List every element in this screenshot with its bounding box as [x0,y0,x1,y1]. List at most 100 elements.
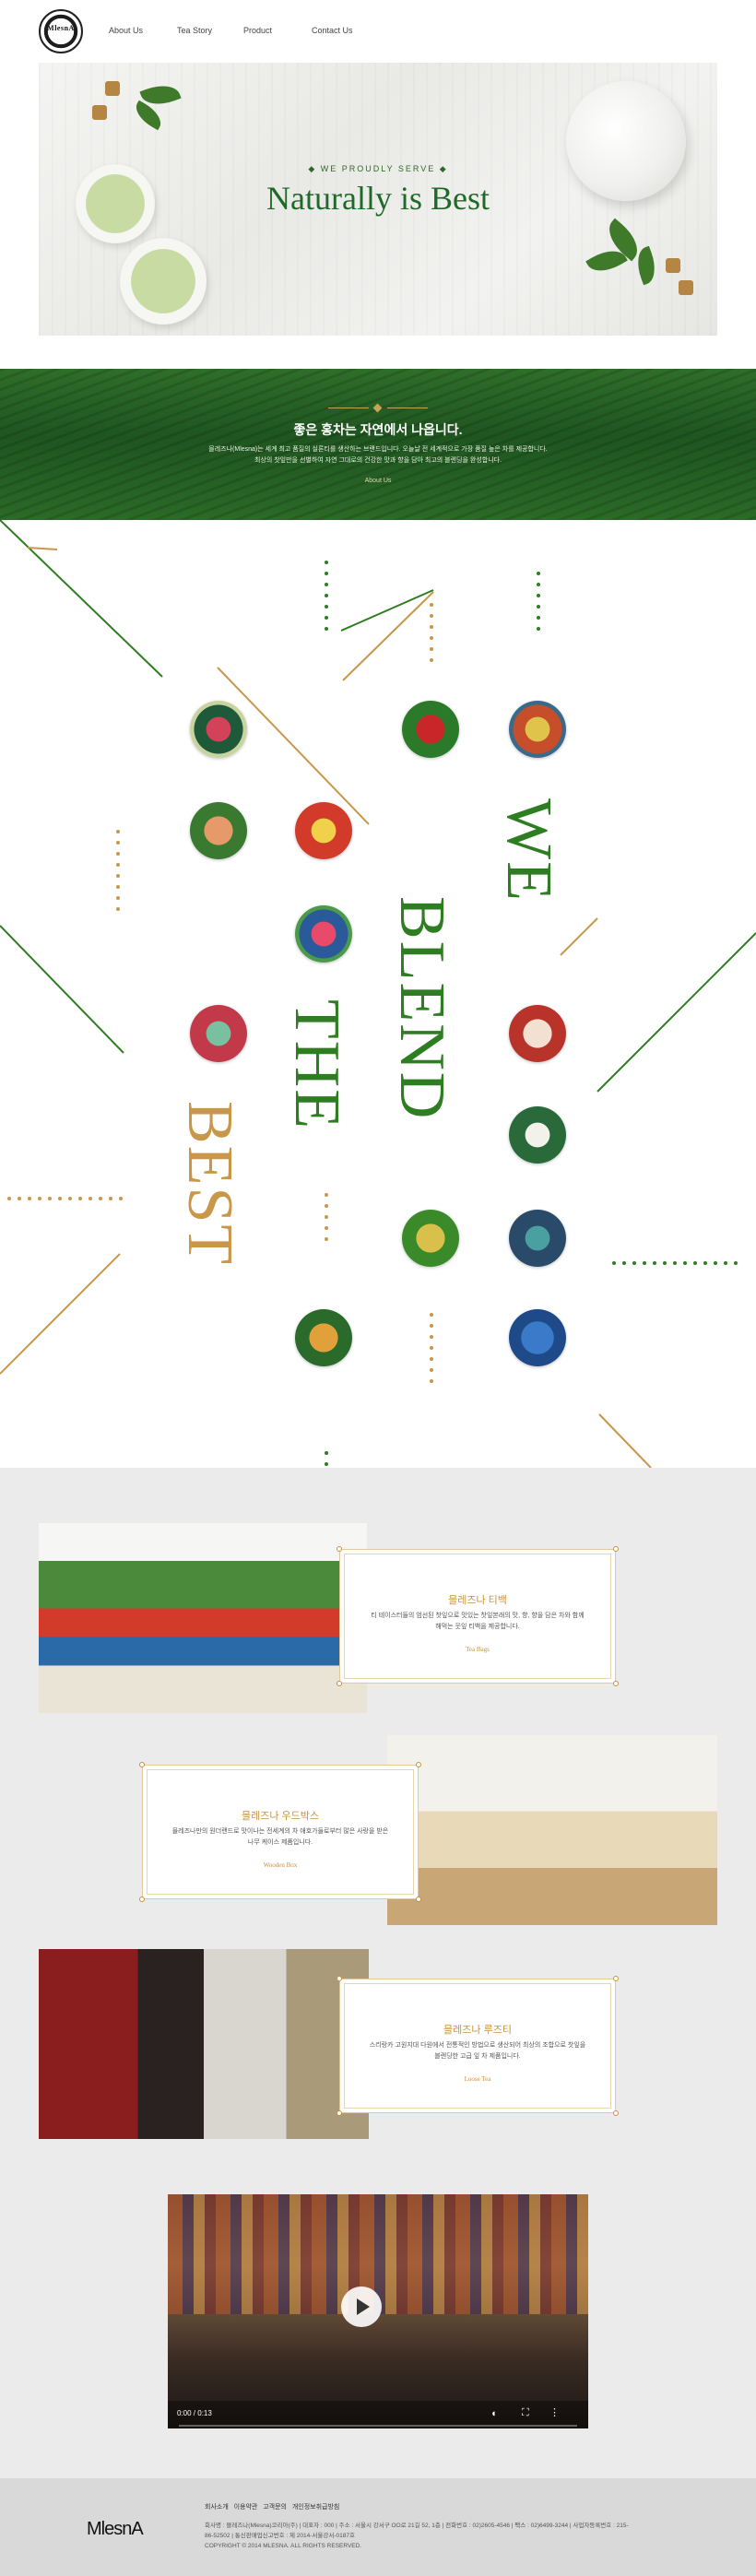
dot [78,1197,82,1200]
dot [325,583,328,586]
dot [28,1197,31,1200]
dot [325,1215,328,1219]
card-corner [337,1546,342,1552]
nav-about-us[interactable]: About Us [109,26,143,35]
dot [673,1261,677,1265]
dot [325,605,328,609]
footer-links: 회사소개 이용약관 고객문의 개인정보취급방침 [205,2502,339,2511]
dot [325,594,328,597]
dot [430,658,433,662]
dot [537,605,540,609]
tea-cup [120,238,207,325]
tea-circle[interactable] [402,701,459,758]
card-corner [139,1897,145,1902]
banner-desc-line: 최상의 찻잎만을 선별하여 자연 그대로의 건강한 맛과 향을 담아 최고의 블… [254,457,502,464]
card-title: 믈레즈나 티백 [448,1595,507,1606]
hero-title: Naturally is Best [266,180,490,217]
dot [325,616,328,620]
banner-description: 믈레즈나(Mlesna)는 세계 최고 품질의 실론티를 생산하는 브랜드입니다… [0,444,756,467]
dot [116,852,120,856]
tea-circle[interactable] [509,1210,566,1267]
dot [714,1261,717,1265]
footer-logo[interactable]: MlesnA [87,2519,144,2540]
tea-circle[interactable] [295,905,352,963]
tea-circle[interactable] [509,1106,566,1164]
word-the: THE [281,999,352,1131]
dot [68,1197,72,1200]
dot [325,561,328,564]
tea-circle[interactable] [295,1309,352,1366]
progress-bar[interactable] [179,2425,577,2427]
footer-info-line: 86-52502 | 통신판매업신고번호 : 제 2014-서울강서-0187호 [205,2533,355,2539]
play-button[interactable] [341,2286,382,2327]
loose-tea-photo [39,1949,369,2139]
word-blend: BLEND [386,896,457,1121]
decorative-lines [0,520,756,1468]
card-corner [613,1681,619,1686]
more-options-icon[interactable]: ⋮ [549,2406,560,2418]
card-corner [613,1546,619,1552]
word-we: WE [493,798,564,903]
dot [116,885,120,889]
dot [116,874,120,878]
card-description: 믈레즈나만의 원더랜드로 맛이나는 전세계의 차 애호가들로부터 많은 사랑을 … [171,1828,389,1846]
footer-link-contact[interactable]: 고객문의 [263,2504,287,2511]
nav-contact-us[interactable]: Contact Us [312,26,353,35]
dot [430,1379,433,1383]
dot [58,1197,62,1200]
dot [430,625,433,629]
about-us-link[interactable]: About Us [0,478,756,484]
tea-circle[interactable] [509,1309,566,1366]
dot [430,614,433,618]
tea-circle[interactable] [295,802,352,859]
dot [430,1324,433,1328]
dot [622,1261,626,1265]
volume-icon[interactable]: ◖ [490,2408,497,2419]
dot [430,647,433,651]
nav-product[interactable]: Product [243,26,272,35]
product-card-tea-bags[interactable]: 믈레즈나 티백 티 테이스터들의 엄선된 찻잎으로 맛있는 찻잎본래의 맛, 향… [337,1546,619,1686]
tea-circle[interactable] [509,701,566,758]
video-player[interactable]: 0:00 / 0:13 ◖ ⛶ ⋮ [168,2194,588,2428]
dot [325,1193,328,1197]
card-title: 믈레즈나 우드박스 [241,1811,319,1822]
site-footer: MlesnA 회사소개 이용약관 고객문의 개인정보취급방침 회사명 : 믈레즈… [0,2478,756,2576]
footer-link-terms[interactable]: 이용약관 [234,2504,258,2511]
footer-link-privacy[interactable]: 개인정보취급방침 [292,2504,340,2511]
dot [430,1357,433,1361]
tea-circle[interactable] [402,1210,459,1267]
product-card-wooden-box[interactable]: 믈레즈나 우드박스 믈레즈나만의 원더랜드로 맛이나는 전세계의 차 애호가들로… [139,1762,421,1902]
card-corner [337,1976,342,1981]
dot [430,1335,433,1339]
dot [116,907,120,911]
dot [116,841,120,845]
video-time: 0:00 / 0:13 [177,2409,212,2417]
dot [18,1197,21,1200]
tea-circle[interactable] [509,1005,566,1062]
banner-desc-line: 믈레즈나(Mlesna)는 세계 최고 품질의 실론티를 생산하는 브랜드입니다… [208,446,548,453]
dot [119,1197,123,1200]
hero-banner: ◆ WE PROUDLY SERVE ◆ Naturally is Best [39,63,717,336]
brand-logo-text: MlesnA [47,24,75,32]
video-controls: 0:00 / 0:13 ◖ ⛶ ⋮ [168,2401,588,2428]
card-subtitle: Tea Bags [466,1646,490,1653]
nav-tea-story[interactable]: Tea Story [177,26,212,35]
dot [537,616,540,620]
play-icon [357,2298,370,2315]
hero-tagline-text: WE PROUDLY SERVE [320,164,436,173]
tea-circle[interactable] [190,1005,247,1062]
dot [734,1261,738,1265]
fullscreen-icon[interactable]: ⛶ [522,2407,529,2419]
dot [653,1261,656,1265]
card-title: 믈레즈나 루즈티 [443,2025,512,2036]
tea-circle[interactable] [190,701,247,758]
dot [325,627,328,631]
dot [325,1451,328,1455]
footer-link-company[interactable]: 회사소개 [205,2504,229,2511]
dot [537,583,540,586]
wooden-box-photo [387,1735,717,1925]
dot [612,1261,616,1265]
tea-circle[interactable] [190,802,247,859]
dot [643,1261,646,1265]
product-card-loose-tea[interactable]: 믈레즈나 루즈티 스리랑카 고원지대 다원에서 전통적인 방법으로 생산되어 최… [337,1976,619,2116]
